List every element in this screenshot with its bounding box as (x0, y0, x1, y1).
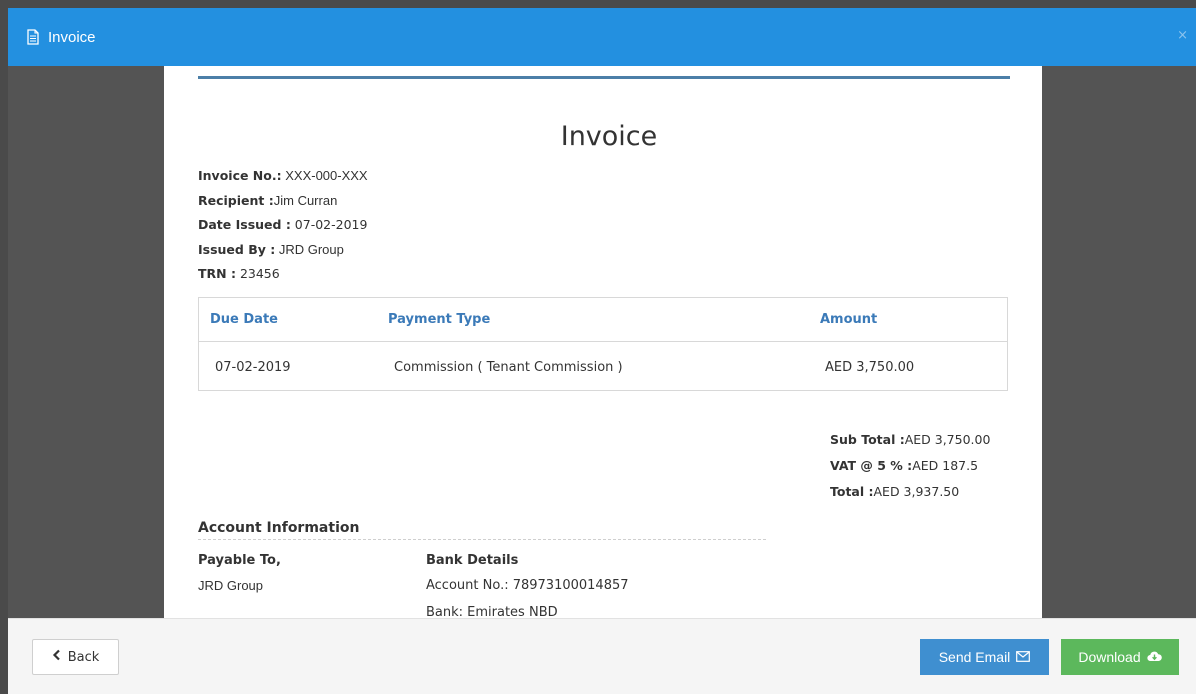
total-label: Total : (830, 484, 874, 499)
issued-by-row: Issued By : JRD Group (198, 238, 368, 263)
bank-account-number: Account No.: 78973100014857 (426, 578, 629, 593)
invoice-number-value: XXX-000-XXX (281, 168, 368, 183)
document-icon (26, 29, 40, 45)
totals-block: Sub Total :AED 3,750.00 VAT @ 5 % :AED 1… (830, 427, 990, 505)
send-email-button[interactable]: Send Email (920, 639, 1049, 675)
invoice-document: Invoice Invoice No.: XXX-000-XXX Recipie… (164, 66, 1042, 618)
vat-label: VAT @ 5 % : (830, 458, 913, 473)
modal-footer: Back Send Email Download (8, 618, 1196, 694)
total-value: AED 3,937.50 (873, 484, 960, 499)
header-rule (198, 76, 1010, 79)
sub-total-value: AED 3,750.00 (904, 432, 991, 447)
back-label: Back (67, 649, 100, 665)
modal-body[interactable]: Invoice Invoice No.: XXX-000-XXX Recipie… (8, 66, 1196, 618)
table-header: Due Date Payment Type Amount (199, 298, 1007, 342)
issued-by-label: Issued By : (198, 241, 276, 257)
total-row: Total :AED 3,937.50 (830, 479, 990, 505)
account-information-title: Account Information (198, 520, 766, 540)
sub-total-label: Sub Total : (830, 432, 905, 447)
payment-table: Due Date Payment Type Amount 07-02-2019 … (198, 297, 1008, 391)
invoice-number-row: Invoice No.: XXX-000-XXX (198, 164, 368, 189)
recipient-row: Recipient :Jim Curran (198, 189, 368, 214)
download-button[interactable]: Download (1061, 639, 1179, 675)
trn-row: TRN : 23456 (198, 262, 368, 287)
row-payment-type: Commission ( Tenant Commission ) (394, 359, 623, 375)
vat-row: VAT @ 5 % :AED 187.5 (830, 453, 990, 479)
issued-by-value: JRD Group (275, 241, 344, 257)
send-email-label: Send Email (938, 649, 1011, 665)
payable-to-value: JRD Group (198, 578, 264, 593)
bank-name: Bank: Emirates NBD (426, 605, 558, 618)
trn-value: 23456 (235, 266, 280, 281)
download-label: Download (1078, 649, 1141, 665)
recipient-label: Recipient : (198, 192, 274, 208)
date-issued-row: Date Issued : 07-02-2019 (198, 213, 368, 238)
invoice-modal: Invoice × Invoice Invoice No.: XXX-000-X… (8, 8, 1196, 694)
invoice-number-label: Invoice No.: (198, 168, 282, 183)
row-amount: AED 3,750.00 (825, 359, 915, 375)
vat-value: AED 187.5 (912, 458, 979, 473)
chevron-left-icon (52, 649, 62, 665)
date-issued-label: Date Issued : (198, 217, 291, 232)
header-amount: Amount (820, 312, 878, 327)
modal-header: Invoice × (8, 8, 1196, 66)
invoice-heading: Invoice (560, 121, 658, 152)
table-row: 07-02-2019 Commission ( Tenant Commissio… (199, 342, 1007, 392)
recipient-value: Jim Curran (273, 192, 338, 208)
bank-details-label: Bank Details (426, 553, 519, 568)
cloud-download-icon (1146, 649, 1162, 665)
header-due-date: Due Date (210, 312, 278, 327)
header-payment-type: Payment Type (388, 312, 491, 327)
modal-title: Invoice (48, 28, 96, 46)
invoice-meta: Invoice No.: XXX-000-XXX Recipient :Jim … (198, 164, 368, 287)
close-icon[interactable]: × (1177, 28, 1188, 43)
date-issued-value: 07-02-2019 (290, 217, 368, 232)
row-due-date: 07-02-2019 (215, 359, 291, 375)
envelope-icon (1016, 649, 1031, 665)
back-button[interactable]: Back (32, 639, 119, 675)
sub-total-row: Sub Total :AED 3,750.00 (830, 427, 990, 453)
payable-to-label: Payable To, (198, 553, 281, 568)
trn-label: TRN : (198, 266, 236, 281)
